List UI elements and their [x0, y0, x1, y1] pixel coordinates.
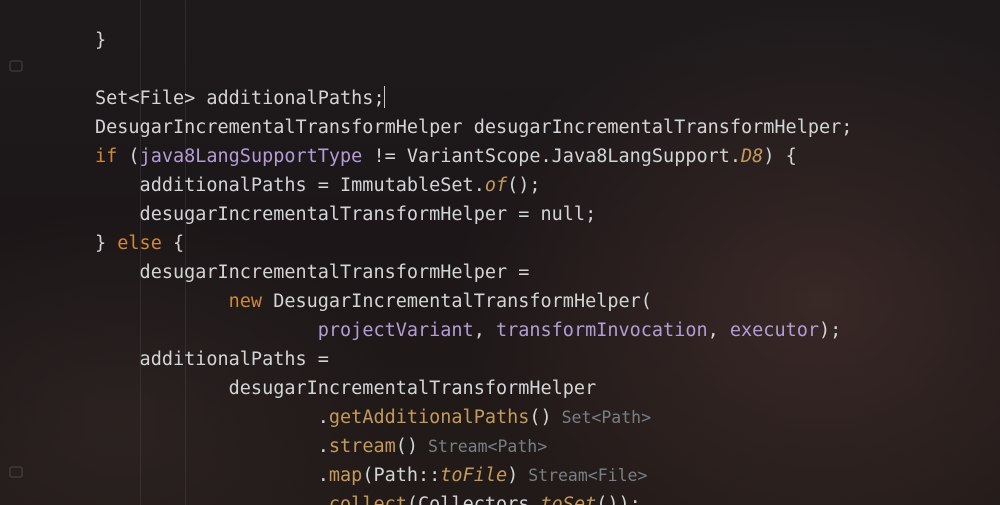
gutter-icon [8, 58, 24, 74]
code-line[interactable]: .map(Path::toFile) Stream<File> [95, 461, 852, 490]
inlay-hint: Set<Path> [552, 408, 651, 427]
inlay-hint: Stream<Path> [418, 437, 547, 456]
code-line[interactable]: desugarIncrementalTransformHelper [95, 374, 852, 403]
code-line[interactable]: desugarIncrementalTransformHelper = [95, 258, 852, 287]
code-line[interactable]: projectVariant, transformInvocation, exe… [95, 316, 852, 345]
code-line[interactable]: .stream() Stream<Path> [95, 432, 852, 461]
code-line[interactable]: .collect(Collectors.toSet()); [95, 490, 852, 505]
code-line[interactable]: additionalPaths = ImmutableSet.of(); [95, 171, 852, 200]
code-line[interactable]: Set<File> additionalPaths; [95, 84, 852, 113]
code-block[interactable]: } Set<File> additionalPaths;DesugarIncrem… [95, 0, 852, 505]
text-cursor [384, 86, 385, 108]
code-line[interactable]: desugarIncrementalTransformHelper = null… [95, 200, 852, 229]
code-line[interactable]: .getAdditionalPaths() Set<Path> [95, 403, 852, 432]
gutter-icon [8, 464, 24, 480]
code-line[interactable]: } else { [95, 229, 852, 258]
inlay-hint: Stream<File> [518, 466, 647, 485]
code-line[interactable]: } [95, 26, 852, 55]
code-line[interactable]: if (java8LangSupportType != VariantScope… [95, 142, 852, 171]
code-line[interactable] [95, 55, 852, 84]
code-line[interactable]: DesugarIncrementalTransformHelper desuga… [95, 113, 852, 142]
code-line[interactable]: additionalPaths = [95, 345, 852, 374]
code-editor[interactable]: } Set<File> additionalPaths;DesugarIncrem… [0, 0, 1000, 505]
code-line[interactable]: new DesugarIncrementalTransformHelper( [95, 287, 852, 316]
